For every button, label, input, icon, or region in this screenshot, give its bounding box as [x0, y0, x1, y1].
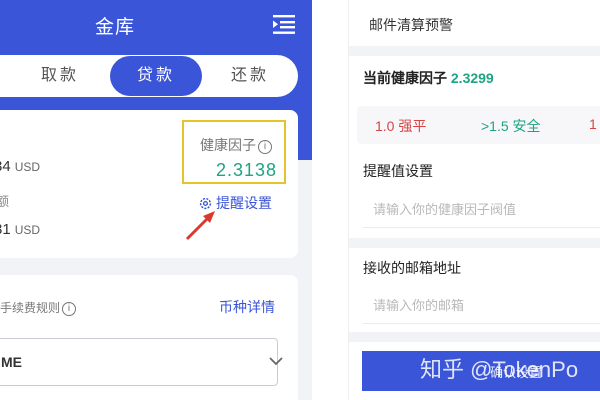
info-icon[interactable]: i	[62, 302, 77, 316]
info-icon[interactable]: i	[258, 140, 272, 154]
health-factor-value: 2.3138	[216, 160, 278, 180]
threshold-safe: >1.5 安全	[481, 118, 541, 134]
tab-withdraw[interactable]: 取款	[12, 55, 108, 97]
currency-select[interactable]: ME	[0, 338, 278, 386]
page-title: 金库	[94, 17, 135, 38]
red-arrow-annotation	[185, 211, 215, 241]
loan-amount: 31USD	[0, 221, 41, 238]
current-health-factor: 当前健康因子 2.3299	[363, 70, 494, 86]
action-tabs: 取款 贷款 还款	[0, 55, 298, 97]
panel-divider	[312, 0, 348, 400]
threshold-other: 1	[589, 116, 597, 132]
vault-loan-screen: 金库 取款 贷款 还款 34USD 额 31USD 健康因子i 2.3138	[0, 0, 312, 400]
health-factor-highlight: 健康因子 i 2.3138	[182, 120, 286, 184]
menu-collapse-icon[interactable]	[271, 12, 297, 36]
current-health-factor-value: 2.3299	[450, 70, 494, 86]
chevron-down-icon[interactable]	[268, 355, 284, 367]
section-divider	[349, 332, 600, 342]
reminder-value-label: 提醒值设置	[363, 163, 433, 179]
amount-label: 额	[0, 194, 10, 209]
tab-repay[interactable]: 还款	[202, 55, 298, 97]
threshold-liquidation: 1.0 强平	[375, 118, 427, 134]
currency-details-link[interactable]: 币种详情	[219, 297, 275, 317]
email-label: 接收的邮箱地址	[363, 260, 461, 276]
screenshot-canvas: 金库 取款 贷款 还款 34USD 额 31USD 健康因子i 2.3138	[0, 0, 600, 400]
fee-rules-label[interactable]: 手续费规则 i	[0, 299, 77, 316]
alert-title: 邮件清算预警	[369, 17, 453, 33]
watermark-text: 知乎 @TokenPo	[420, 357, 579, 382]
email-input[interactable]	[363, 288, 600, 324]
tab-loan[interactable]: 贷款	[110, 56, 202, 96]
section-divider	[349, 46, 600, 56]
currency-select-value: ME	[1, 354, 22, 370]
health-factor-threshold-input[interactable]	[363, 192, 600, 228]
section-divider	[349, 238, 600, 248]
email-alert-screen: 邮件清算预警 当前健康因子 2.3299 1.0 强平 >1.5 安全 1 提醒…	[348, 0, 600, 400]
balance-amount: 34USD	[0, 158, 41, 175]
health-factor-label: 健康因子 i	[200, 135, 272, 155]
